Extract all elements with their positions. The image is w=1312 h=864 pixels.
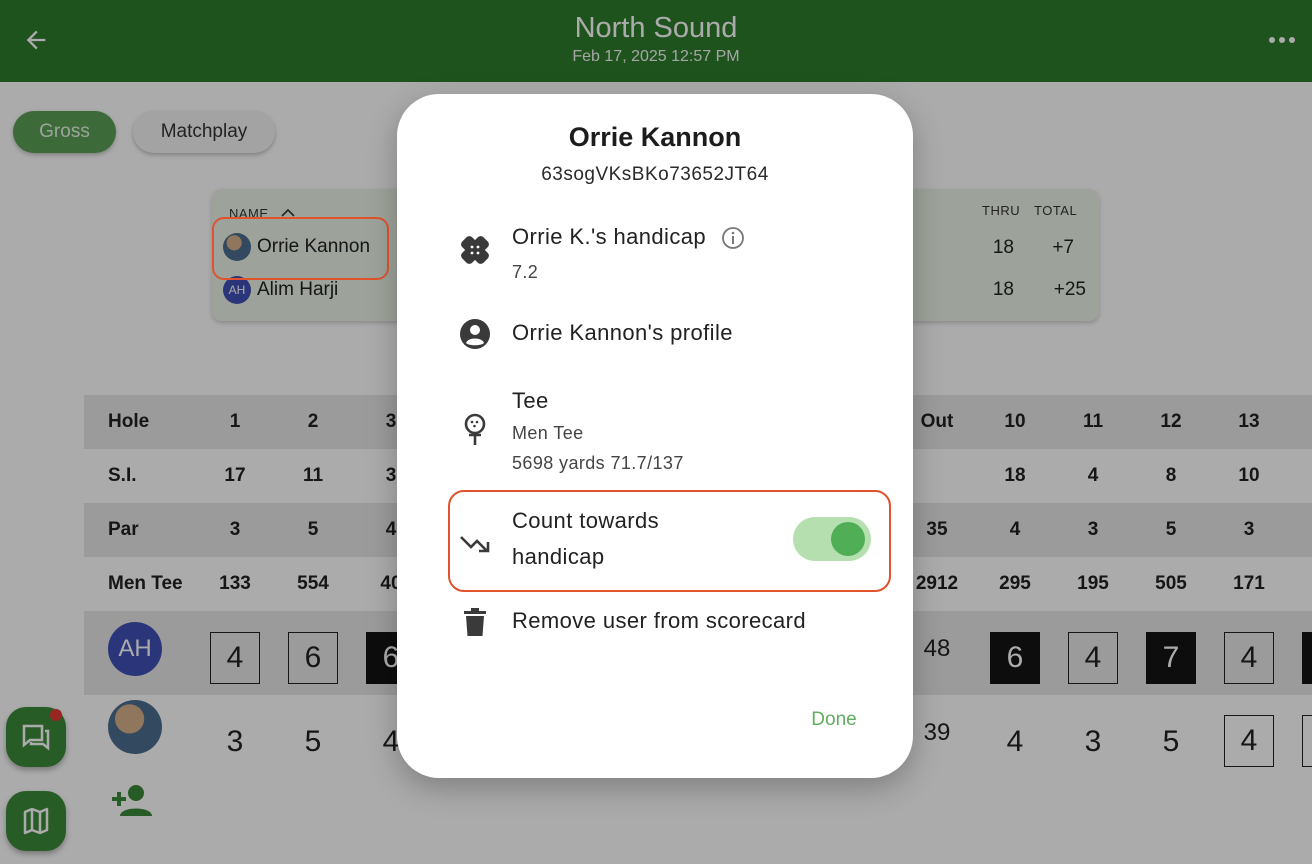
bandage-icon xyxy=(457,232,493,268)
profile-label: Orrie Kannon's profile xyxy=(512,320,733,345)
info-icon[interactable] xyxy=(721,226,745,250)
dialog-player-name: Orrie Kannon xyxy=(568,122,742,152)
profile-option[interactable]: Orrie Kannon's profile xyxy=(447,314,887,354)
tee-option[interactable]: Tee Men Tee 5698 yards 71.7/137 xyxy=(447,382,887,478)
golf-tee-icon xyxy=(457,412,493,448)
account-circle-icon xyxy=(457,316,493,352)
tee-label: Tee xyxy=(512,388,549,413)
highlight-count-towards-handicap xyxy=(448,490,891,592)
handicap-row-title: Orrie K.'s handicap xyxy=(512,224,745,250)
highlight-leaderboard-player xyxy=(212,217,389,280)
handicap-option[interactable]: Orrie K.'s handicap 7.2 xyxy=(447,220,887,286)
tee-name: Men Tee xyxy=(512,423,584,443)
tee-yardage-rating: 5698 yards 71.7/137 xyxy=(512,453,684,473)
handicap-label: Orrie K.'s handicap xyxy=(512,224,706,249)
remove-user-label: Remove user from scorecard xyxy=(512,608,807,633)
player-options-dialog: Orrie Kannon 63sogVKsBKo73652JT64 Orrie … xyxy=(397,94,913,778)
done-button[interactable]: Done xyxy=(795,702,873,738)
dialog-player-id: 63sogVKsBKo73652JT64 xyxy=(541,164,769,185)
trash-icon xyxy=(457,604,493,640)
handicap-value: 7.2 xyxy=(512,262,539,282)
remove-user-option[interactable]: Remove user from scorecard xyxy=(447,602,887,642)
